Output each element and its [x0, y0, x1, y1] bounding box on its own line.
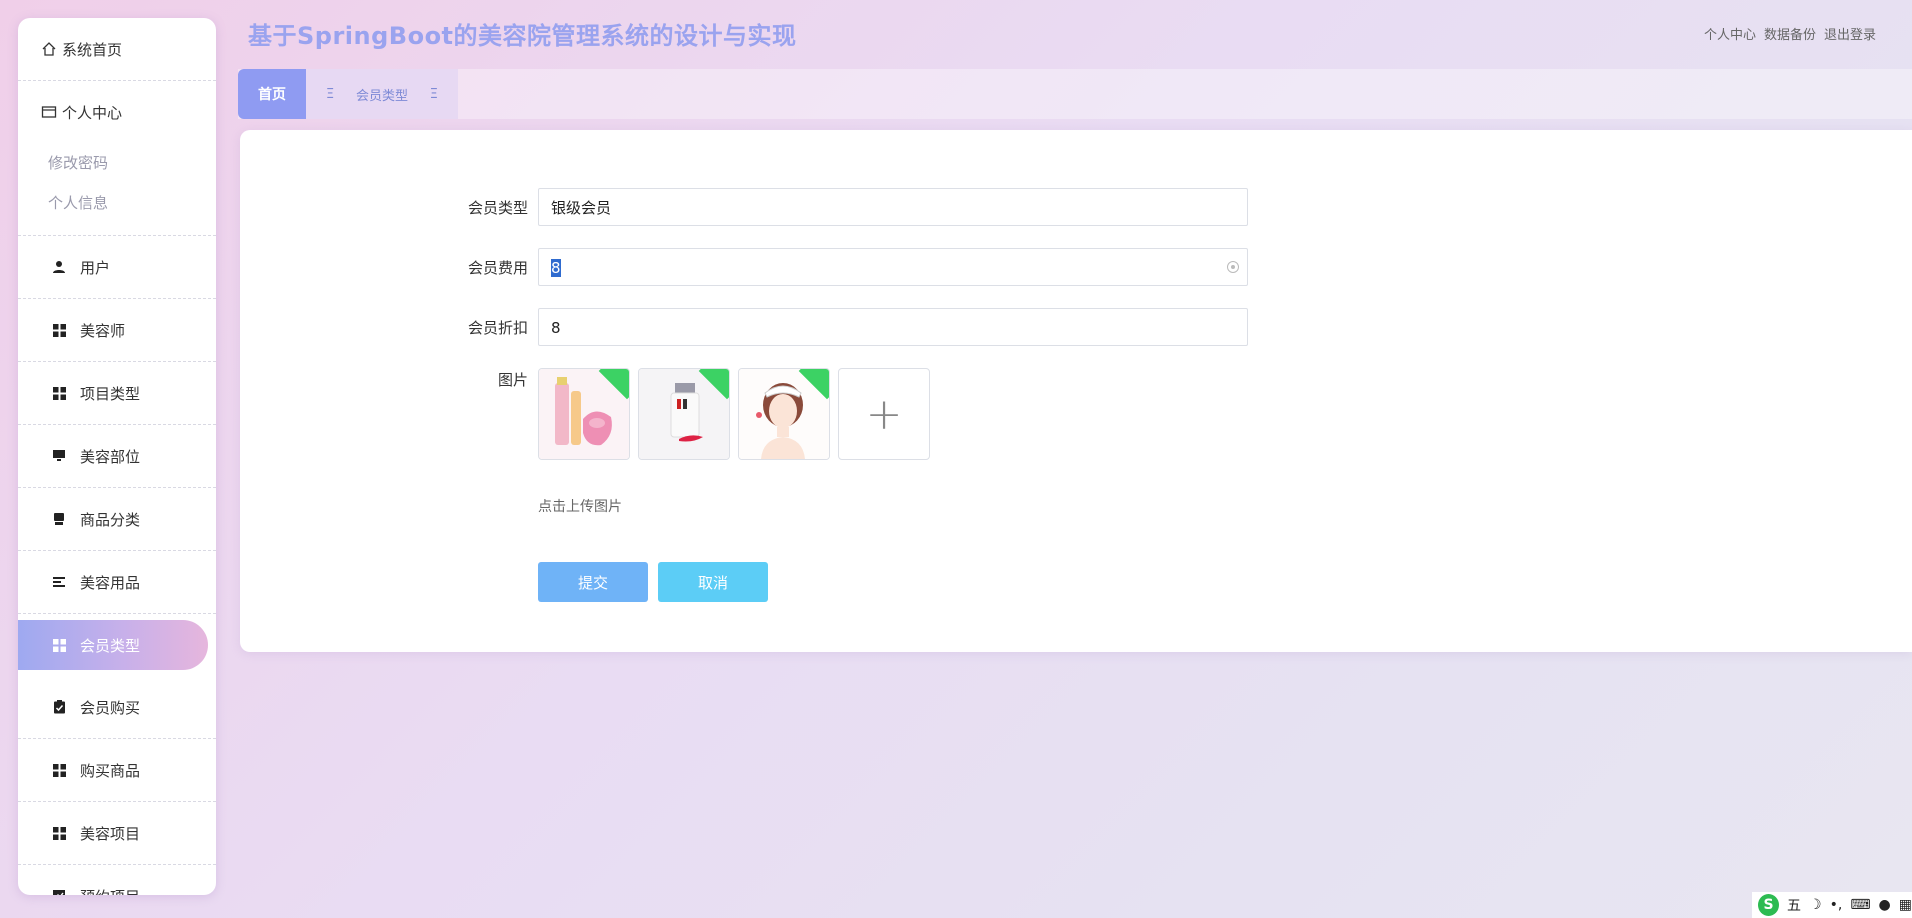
sidebar-item-home[interactable]: 系统首页 — [18, 18, 216, 81]
sidebar-item-label: 美容项目 — [80, 824, 141, 843]
form-row-discount: 会员折扣 8 — [240, 308, 1912, 348]
sidebar-item-label: 美容部位 — [80, 447, 141, 466]
sidebar-item-label: 美容用品 — [80, 573, 141, 592]
punctuation-icon[interactable]: •, — [1830, 897, 1843, 913]
submit-button[interactable]: 提交 — [538, 562, 648, 602]
fee-input[interactable]: 8 — [538, 248, 1248, 286]
sidebar-group-personal: 个人中心 修改密码 个人信息 — [18, 81, 216, 236]
sidebar-item-label: 个人中心 — [62, 103, 123, 122]
member-type-value: 银级会员 — [551, 199, 612, 217]
member-type-label: 会员类型 — [467, 199, 528, 217]
sidebar-item-label: 预约项目 — [80, 886, 140, 896]
plus-icon: + — [865, 388, 903, 440]
sidebar-item-member-purchase[interactable]: 会员购买 — [18, 676, 216, 739]
sidebar-item-appointment[interactable]: 预约项目 — [18, 865, 216, 895]
clear-icon[interactable] — [1227, 261, 1239, 273]
sidebar-item-goods-category[interactable]: 商品分类 — [18, 488, 216, 551]
sidebar-item-label: 项目类型 — [80, 384, 141, 403]
sidebar-item-project-type[interactable]: 项目类型 — [18, 362, 216, 425]
tab-label: 会员类型 — [355, 88, 408, 104]
sidebar-item-personal-center[interactable]: 个人中心 — [18, 81, 216, 143]
image-thumb-bottle[interactable] — [638, 368, 730, 460]
sidebar-subitem-change-password[interactable]: 修改密码 — [18, 143, 216, 183]
user-icon[interactable]: ● — [1879, 897, 1891, 913]
form-row-member-type: 会员类型 银级会员 — [240, 188, 1912, 228]
sidebar-item-buy-goods[interactable]: 购买商品 — [18, 739, 216, 802]
sidebar-item-beauty-project[interactable]: 美容项目 — [18, 802, 216, 865]
chart-icon — [50, 887, 68, 895]
grid-icon — [50, 824, 68, 842]
grid-icon — [50, 321, 68, 339]
moon-icon[interactable]: ☽ — [1809, 897, 1822, 913]
sidebar-item-label: 会员购买 — [80, 698, 141, 717]
ime-mode[interactable]: 五 — [1787, 895, 1801, 915]
image-list: + — [538, 368, 930, 460]
system-tray: S 五 ☽ •, ⌨ ● ▦ — [1752, 892, 1912, 918]
discount-label: 会员折扣 — [467, 319, 528, 337]
sidebar: 系统首页 个人中心 修改密码 个人信息 用户 美容师 项目类型 美容部位 商品分… — [18, 18, 216, 895]
fee-value: 8 — [551, 259, 561, 277]
sidebar-item-user[interactable]: 用户 — [18, 236, 216, 299]
sidebar-subitem-personal-info[interactable]: 个人信息 — [18, 183, 216, 223]
link-logout[interactable]: 退出登录 — [1824, 24, 1876, 43]
image-label: 图片 — [497, 371, 528, 389]
sogou-ime-icon[interactable]: S — [1758, 894, 1780, 916]
sidebar-item-member-type[interactable]: 会员类型 — [18, 614, 216, 676]
discount-value: 8 — [551, 319, 561, 337]
app-title: 基于SpringBoot的美容院管理系统的设计与实现 — [248, 22, 797, 50]
image-thumb-woman[interactable] — [738, 368, 830, 460]
form-card: 会员类型 银级会员 会员费用 8 会员折扣 8 图片 + 点击上传图片 提交 取… — [240, 130, 1912, 652]
tab-menu-icon: Ξ — [326, 86, 335, 102]
link-data-backup[interactable]: 数据备份 — [1764, 24, 1816, 43]
link-personal-center[interactable]: 个人中心 — [1704, 24, 1756, 43]
tab-menu-icon: Ξ — [429, 86, 438, 102]
sidebar-item-label: 购买商品 — [80, 761, 141, 780]
clipboard-check-icon — [50, 698, 68, 716]
top-links: 个人中心 数据备份 退出登录 — [1704, 24, 1876, 43]
form-row-image: 图片 — [240, 368, 1912, 408]
monitor-icon — [50, 447, 68, 465]
home-icon — [40, 40, 58, 58]
list-icon — [50, 573, 68, 591]
grid-icon — [50, 636, 68, 654]
keyboard-icon[interactable]: ⌨ — [1850, 897, 1870, 913]
member-type-input[interactable]: 银级会员 — [538, 188, 1248, 226]
sidebar-item-label: 用户 — [80, 258, 111, 277]
sidebar-item-beauty-part[interactable]: 美容部位 — [18, 425, 216, 488]
sidebar-item-beauty-supplies[interactable]: 美容用品 — [18, 551, 216, 614]
grid-icon — [50, 761, 68, 779]
fee-label: 会员费用 — [467, 259, 528, 277]
form-row-fee: 会员费用 8 — [240, 248, 1912, 288]
tab-member-type[interactable]: Ξ 会员类型 Ξ — [306, 69, 458, 119]
grid-icon[interactable]: ▦ — [1899, 897, 1912, 913]
sidebar-item-label: 美容师 — [80, 321, 126, 340]
sidebar-item-beautician[interactable]: 美容师 — [18, 299, 216, 362]
tab-home[interactable]: 首页 — [238, 69, 306, 119]
id-card-icon — [40, 103, 58, 121]
user-icon — [50, 258, 68, 276]
upload-plus-button[interactable]: + — [838, 368, 930, 460]
cancel-button[interactable]: 取消 — [658, 562, 768, 602]
grid-icon — [50, 384, 68, 402]
sidebar-item-label: 系统首页 — [62, 40, 123, 59]
upload-tip: 点击上传图片 — [538, 499, 622, 515]
image-thumb-cosmetics[interactable] — [538, 368, 630, 460]
sidebar-item-label: 会员类型 — [80, 636, 141, 655]
discount-input[interactable]: 8 — [538, 308, 1248, 346]
sidebar-item-label: 商品分类 — [80, 510, 141, 529]
tabs-bar: 首页 Ξ 会员类型 Ξ — [238, 69, 1912, 119]
printer-icon — [50, 510, 68, 528]
